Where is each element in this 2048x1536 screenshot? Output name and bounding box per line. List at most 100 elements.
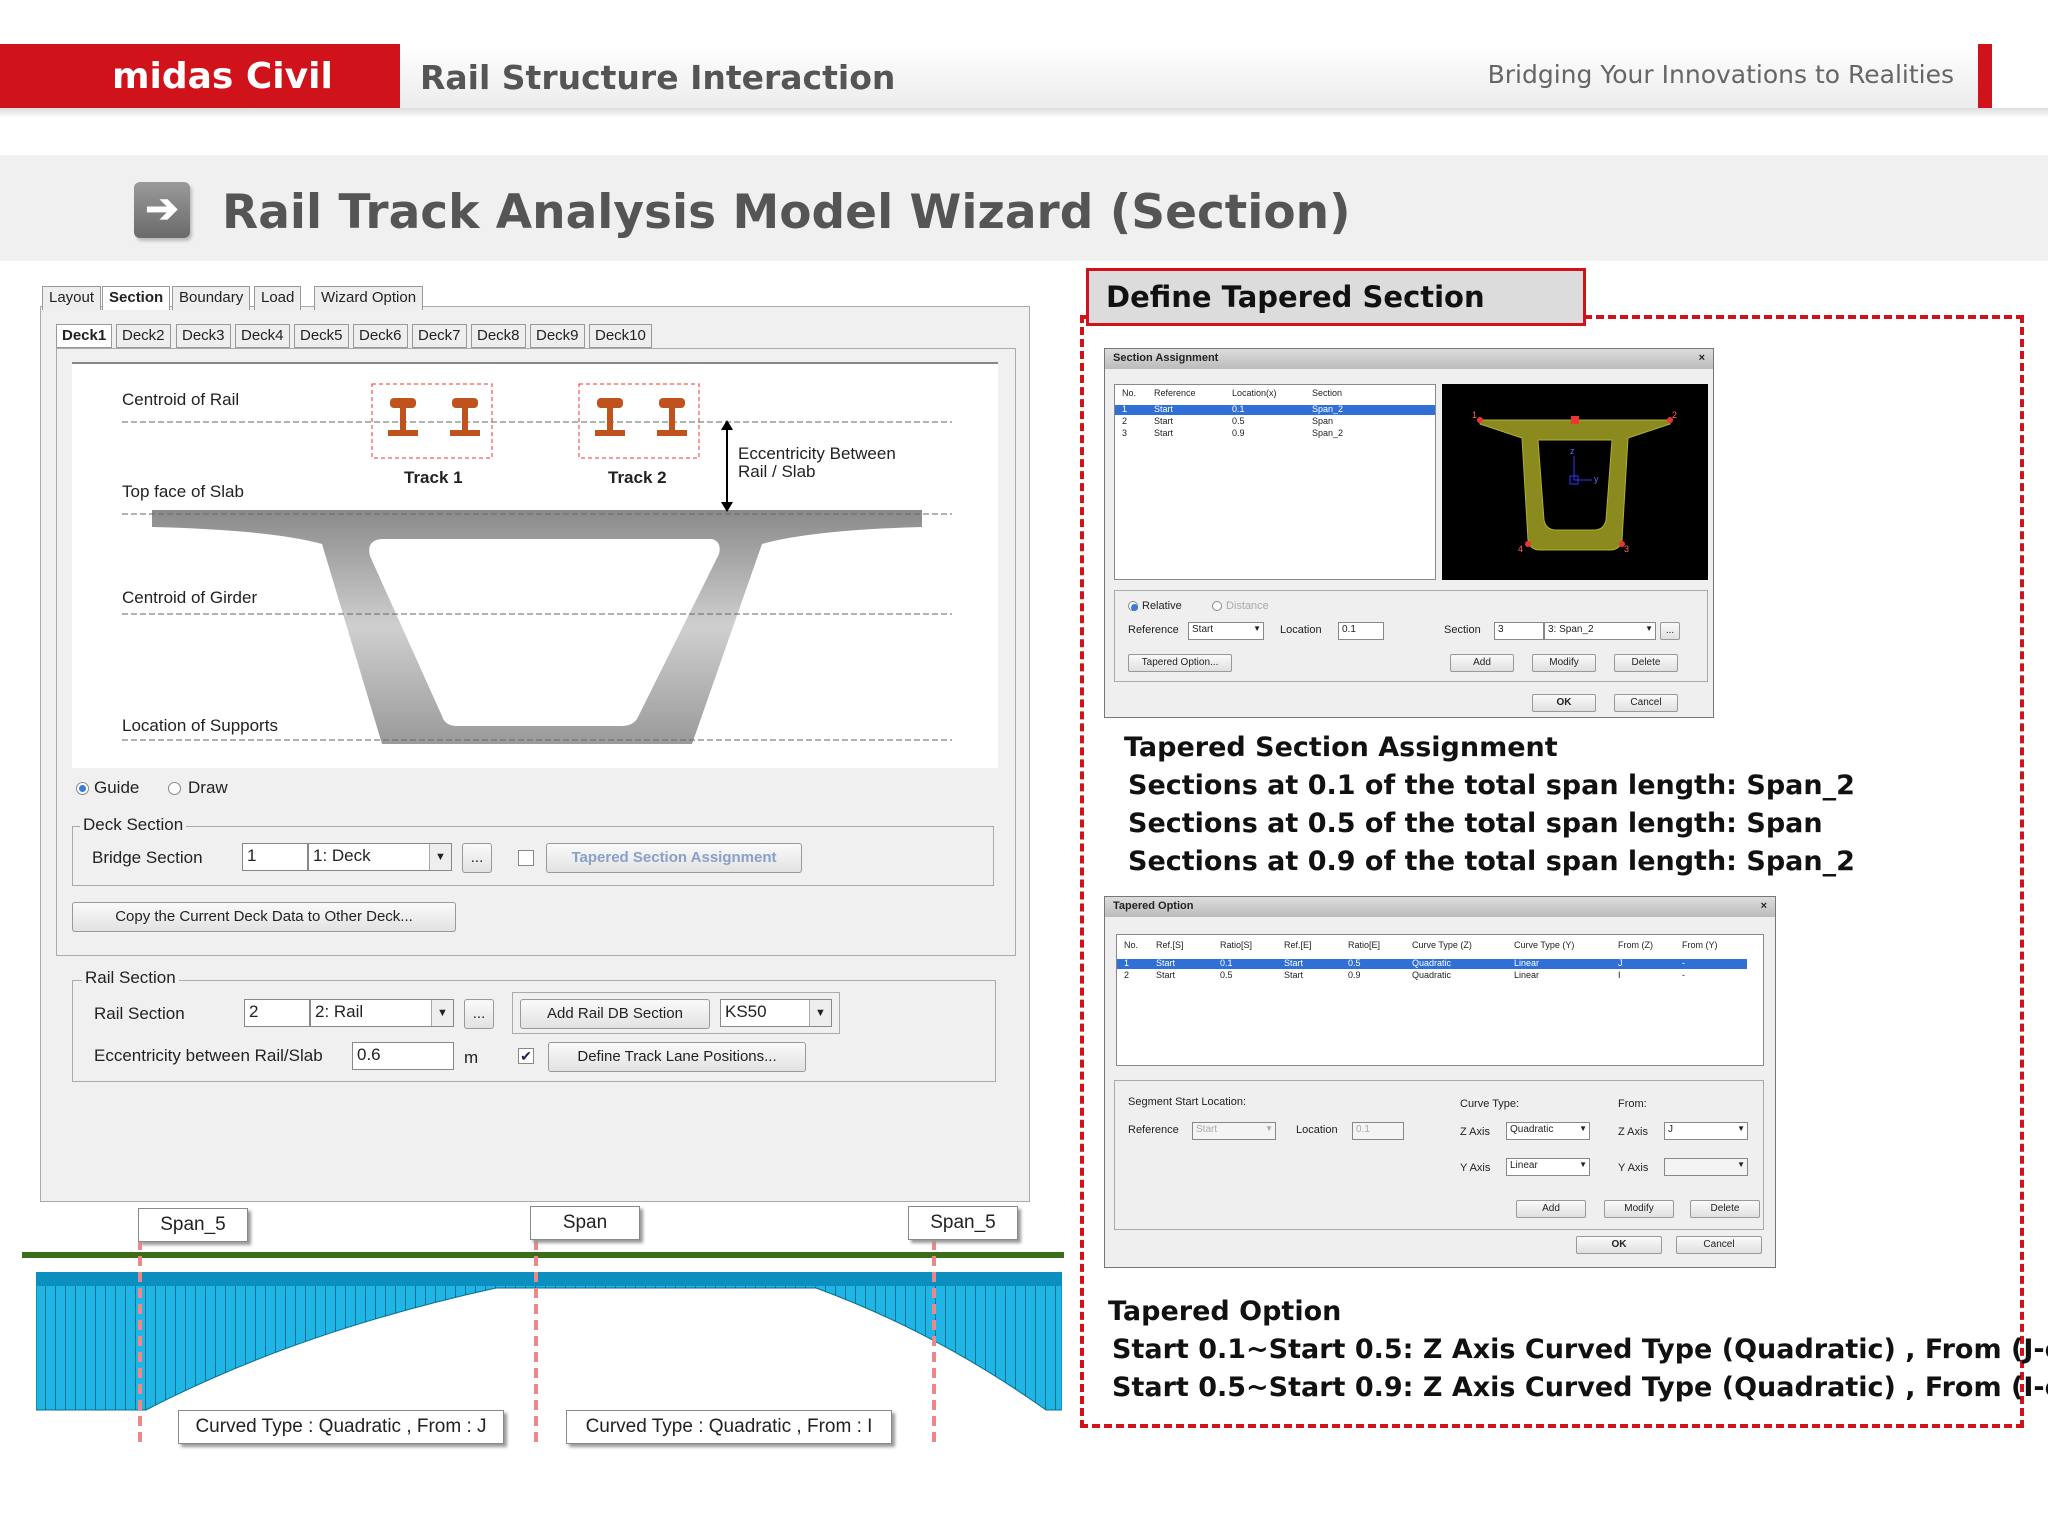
chevron-down-icon: ▼ — [431, 1000, 453, 1026]
bridge-section-id-input[interactable]: 1 — [242, 843, 308, 871]
deck-tab-10[interactable]: Deck10 — [589, 324, 652, 348]
opt-location-input[interactable]: 0.1 — [1352, 1122, 1404, 1140]
assignment-modify-button[interactable]: Modify — [1532, 654, 1596, 672]
opt-cancel-button[interactable]: Cancel — [1676, 1236, 1762, 1254]
header-accent-bar — [1978, 44, 1992, 108]
assignment-delete-button[interactable]: Delete — [1614, 654, 1678, 672]
rail-section-id-input[interactable]: 2 — [244, 999, 310, 1027]
location-input[interactable]: 0.1 — [1338, 622, 1384, 640]
opt-row1-curve-z: Quadratic — [1412, 958, 1452, 968]
bridge-section-label: Bridge Section — [92, 848, 203, 867]
z-from-select[interactable]: J ▼ — [1664, 1122, 1748, 1140]
tapered-checkbox[interactable] — [518, 850, 534, 866]
eccentricity-input[interactable]: 0.6 — [352, 1042, 454, 1070]
deck-tab-1[interactable]: Deck1 — [56, 324, 113, 348]
rail-section-value: 2: Rail — [315, 1002, 364, 1021]
rail-db-value: KS50 — [725, 1002, 767, 1021]
opt-add-button[interactable]: Add — [1516, 1200, 1586, 1218]
assignment-text-line-1: Sections at 0.1 of the total span length… — [1128, 770, 1855, 801]
col-reference: Reference — [1154, 388, 1196, 398]
reference-label: Reference — [1128, 624, 1179, 636]
close-icon[interactable]: × — [1761, 900, 1767, 912]
opt-reference-label: Reference — [1128, 1124, 1179, 1136]
reference-select[interactable]: Start ▼ — [1188, 622, 1264, 640]
tab-load[interactable]: Load — [254, 286, 302, 310]
chevron-down-icon: ▼ — [429, 844, 451, 870]
deck-tab-6[interactable]: Deck6 — [353, 324, 408, 348]
span-label-1: Span_5 — [138, 1208, 248, 1242]
deck-tab-8[interactable]: Deck8 — [471, 324, 526, 348]
centroid-of-girder-label: Centroid of Girder — [122, 588, 258, 607]
header-title: Rail Structure Interaction — [420, 58, 896, 97]
opt-delete-button[interactable]: Delete — [1690, 1200, 1760, 1218]
bridge-section-select[interactable]: 1: Deck ▼ — [308, 843, 452, 871]
deck-tab-7[interactable]: Deck7 — [412, 324, 467, 348]
draw-radio[interactable] — [168, 782, 181, 795]
relative-radio[interactable] — [1128, 601, 1138, 611]
section-more-button[interactable]: ... — [1660, 622, 1680, 640]
section-preview: 1 2 3 4 y z — [1442, 384, 1708, 580]
opt-reference-select[interactable]: Start ▼ — [1192, 1122, 1276, 1140]
deck-tab-3[interactable]: Deck3 — [176, 324, 231, 348]
deck-tab-4[interactable]: Deck4 — [235, 324, 290, 348]
opt-row1-ref-e: Start — [1284, 958, 1304, 968]
row2-sec: Span — [1312, 416, 1334, 426]
opt-row2-curve-z: Quadratic — [1412, 970, 1452, 980]
box-girder — [152, 510, 922, 744]
opt-row1-ratio-s: 0.1 — [1220, 958, 1233, 968]
node-label-2: 2 — [1672, 410, 1678, 420]
node-label-3: 3 — [1624, 544, 1630, 554]
row3-sec: Span_2 — [1312, 428, 1344, 438]
tapered-section-assignment-button[interactable]: Tapered Section Assignment — [546, 843, 802, 873]
define-tapered-heading: Define Tapered Section — [1106, 280, 1485, 314]
define-track-checkbox[interactable]: ✔ — [518, 1048, 534, 1064]
curve-type-label: Curve Type: — [1460, 1098, 1520, 1110]
tab-layout[interactable]: Layout — [42, 286, 102, 310]
add-rail-db-section-button[interactable]: Add Rail DB Section — [520, 999, 710, 1029]
deck-tab-5[interactable]: Deck5 — [294, 324, 349, 348]
deck-tab-2[interactable]: Deck2 — [116, 324, 171, 348]
y-curve-select[interactable]: Linear ▼ — [1506, 1158, 1590, 1176]
col-no: No. — [1122, 388, 1137, 398]
define-track-lane-positions-button[interactable]: Define Track Lane Positions... — [548, 1042, 806, 1072]
tab-section[interactable]: Section — [102, 286, 171, 310]
guide-radio[interactable] — [76, 782, 89, 795]
curve-label-1: Curved Type : Quadratic , From : J — [178, 1410, 504, 1444]
chevron-down-icon: ▼ — [1253, 624, 1261, 633]
assignment-text-line-2: Sections at 0.5 of the total span length… — [1128, 808, 1823, 839]
close-icon[interactable]: × — [1699, 352, 1705, 364]
assignment-cancel-button[interactable]: Cancel — [1614, 694, 1678, 712]
section-preview-drawing — [1477, 416, 1673, 551]
section-label: Section — [1444, 624, 1481, 636]
deck-tab-9[interactable]: Deck9 — [530, 324, 585, 348]
z-curve-value: Quadratic — [1510, 1124, 1554, 1135]
assignment-text-title: Tapered Section Assignment — [1124, 732, 1558, 763]
assignment-ok-button[interactable]: OK — [1532, 694, 1596, 712]
opt-ok-button[interactable]: OK — [1576, 1236, 1662, 1254]
assignment-add-button[interactable]: Add — [1450, 654, 1514, 672]
rail-db-select[interactable]: KS50 ▼ — [720, 999, 832, 1027]
tab-wizard-option[interactable]: Wizard Option — [314, 286, 424, 310]
chevron-down-icon: ▼ — [1579, 1124, 1587, 1133]
rail-section-select[interactable]: 2: Rail ▼ — [310, 999, 454, 1027]
distance-radio[interactable] — [1212, 601, 1222, 611]
bridge-section-more-button[interactable]: ... — [462, 843, 492, 873]
copy-deck-data-button[interactable]: Copy the Current Deck Data to Other Deck… — [72, 902, 456, 932]
opt-location-label: Location — [1296, 1124, 1338, 1136]
opt-col-from-z: From (Z) — [1618, 940, 1653, 950]
opt-row2-no: 2 — [1124, 970, 1130, 980]
section-select[interactable]: 3: Span_2 ▼ — [1544, 622, 1656, 640]
rail-icons — [388, 398, 687, 436]
z-curve-select[interactable]: Quadratic ▼ — [1506, 1122, 1590, 1140]
eccentricity-label-1: Eccentricity Between — [738, 444, 896, 463]
tapered-option-button[interactable]: Tapered Option... — [1128, 654, 1232, 672]
option-text-line-1: Start 0.1~Start 0.5: Z Axis Curved Type … — [1112, 1334, 2048, 1365]
eccentricity-unit: m — [464, 1048, 479, 1067]
section-select-value: 3: Span_2 — [1548, 624, 1594, 635]
rail-section-more-button[interactable]: ... — [464, 999, 494, 1029]
tab-boundary[interactable]: Boundary — [172, 286, 251, 310]
option-text-line-2: Start 0.5~Start 0.9: Z Axis Curved Type … — [1112, 1372, 2048, 1403]
y-from-select[interactable]: ▼ — [1664, 1158, 1748, 1176]
opt-modify-button[interactable]: Modify — [1604, 1200, 1674, 1218]
section-id-input[interactable]: 3 — [1494, 622, 1544, 640]
